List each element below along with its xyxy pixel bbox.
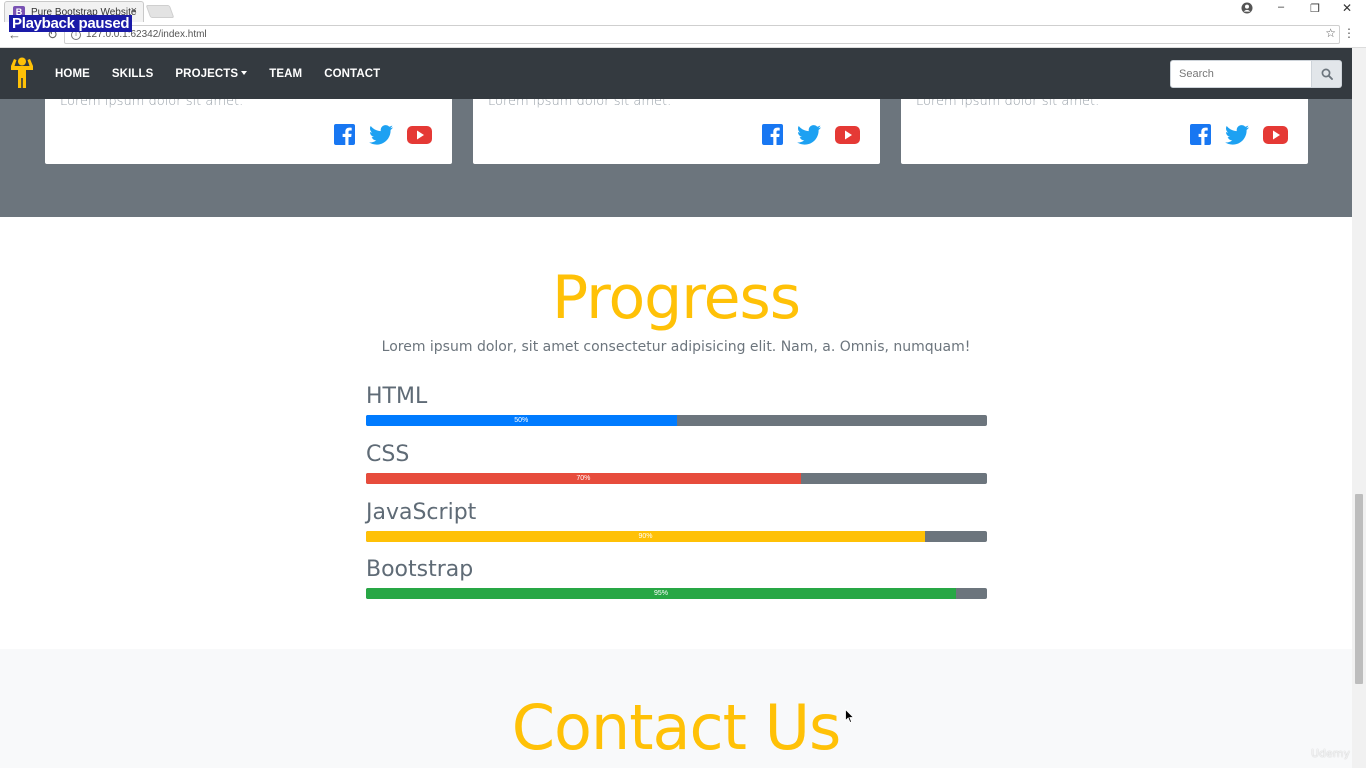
page-scrollbar[interactable]	[1352, 48, 1366, 768]
facebook-icon[interactable]	[1190, 124, 1211, 150]
navbar: HOME SKILLS PROJECTS TEAM CONTACT	[0, 48, 1352, 99]
minimize-icon[interactable]: –	[1278, 1, 1284, 17]
social-links	[320, 124, 432, 150]
twitter-icon[interactable]	[369, 124, 393, 150]
progress-bar-label: 90%	[638, 533, 653, 540]
skill-name: Bootstrap	[366, 557, 474, 582]
new-tab-button[interactable]	[145, 5, 175, 18]
progress-title: Progress	[551, 263, 801, 333]
twitter-icon[interactable]	[797, 124, 821, 150]
bookmark-star-icon[interactable]: ☆	[1325, 26, 1336, 40]
brand-logo-icon[interactable]	[10, 57, 34, 89]
search-button[interactable]	[1312, 60, 1342, 88]
progress-bar-label: 50%	[514, 417, 529, 424]
caret-down-icon	[241, 71, 248, 76]
nav-projects-label: PROJECTS	[175, 67, 239, 80]
progress-bar-fill: 70%	[366, 473, 801, 484]
skill-name: CSS	[366, 442, 410, 467]
contact-section: Contact Us	[0, 649, 1352, 768]
search-input[interactable]	[1170, 60, 1312, 88]
twitter-icon[interactable]	[1225, 124, 1249, 150]
browser-tabstrip: B Pure Bootstrap Website × Playback paus…	[0, 0, 1366, 32]
nav-skills[interactable]: SKILLS	[112, 68, 154, 80]
search-form	[1170, 60, 1342, 88]
progress-bar-track: 70%	[366, 473, 987, 484]
nav-contact[interactable]: CONTACT	[324, 68, 380, 80]
progress-bar-label: 70%	[576, 475, 591, 482]
progress-bar-track: 50%	[366, 415, 987, 426]
progress-bar-track: 90%	[366, 531, 987, 542]
progress-section: Progress Lorem ipsum dolor, sit amet con…	[0, 217, 1352, 649]
skill-bootstrap: Bootstrap 95%	[366, 557, 987, 599]
playback-paused-overlay: Playback paused	[9, 15, 133, 32]
skill-javascript: JavaScript 90%	[366, 500, 987, 542]
facebook-icon[interactable]	[762, 124, 783, 150]
url-field[interactable]: i 127.0.0.1:62342/index.html	[64, 25, 1340, 44]
restore-icon[interactable]: ❐	[1310, 2, 1320, 18]
close-window-icon[interactable]: ✕	[1342, 1, 1352, 17]
youtube-icon[interactable]	[407, 125, 432, 149]
skill-name: HTML	[366, 384, 428, 409]
nav-team[interactable]: TEAM	[269, 68, 302, 80]
nav-projects-dropdown[interactable]: PROJECTS	[175, 67, 248, 80]
progress-bar-label: 95%	[653, 590, 668, 597]
skill-css: CSS 70%	[366, 442, 987, 484]
progress-bar-fill: 50%	[366, 415, 677, 426]
social-links	[748, 124, 860, 150]
browser-menu-icon[interactable]: ⋮	[1343, 26, 1355, 40]
youtube-icon[interactable]	[835, 125, 860, 149]
page-viewport: Lorem ipsum dolor sit amet. Lorem ipsum …	[0, 48, 1352, 768]
scrollbar-thumb[interactable]	[1355, 494, 1363, 684]
nav-links: HOME SKILLS PROJECTS TEAM CONTACT	[55, 48, 402, 99]
nav-home[interactable]: HOME	[55, 68, 90, 80]
progress-bar-fill: 95%	[366, 588, 956, 599]
udemy-watermark: Udemy	[1310, 747, 1350, 760]
youtube-icon[interactable]	[1263, 125, 1288, 149]
skill-html: HTML 50%	[366, 384, 987, 426]
search-icon	[1321, 68, 1333, 80]
address-bar-row: ← ↻ i 127.0.0.1:62342/index.html ☆ ⋮	[0, 22, 1366, 48]
progress-bar-track: 95%	[366, 588, 987, 599]
contact-title: Contact Us	[511, 691, 842, 764]
progress-bar-fill: 90%	[366, 531, 925, 542]
social-links	[1176, 124, 1288, 150]
skill-name: JavaScript	[366, 500, 477, 525]
progress-lead: Lorem ipsum dolor, sit amet consectetur …	[381, 339, 971, 355]
facebook-icon[interactable]	[334, 124, 355, 150]
profile-icon[interactable]	[1241, 2, 1253, 18]
